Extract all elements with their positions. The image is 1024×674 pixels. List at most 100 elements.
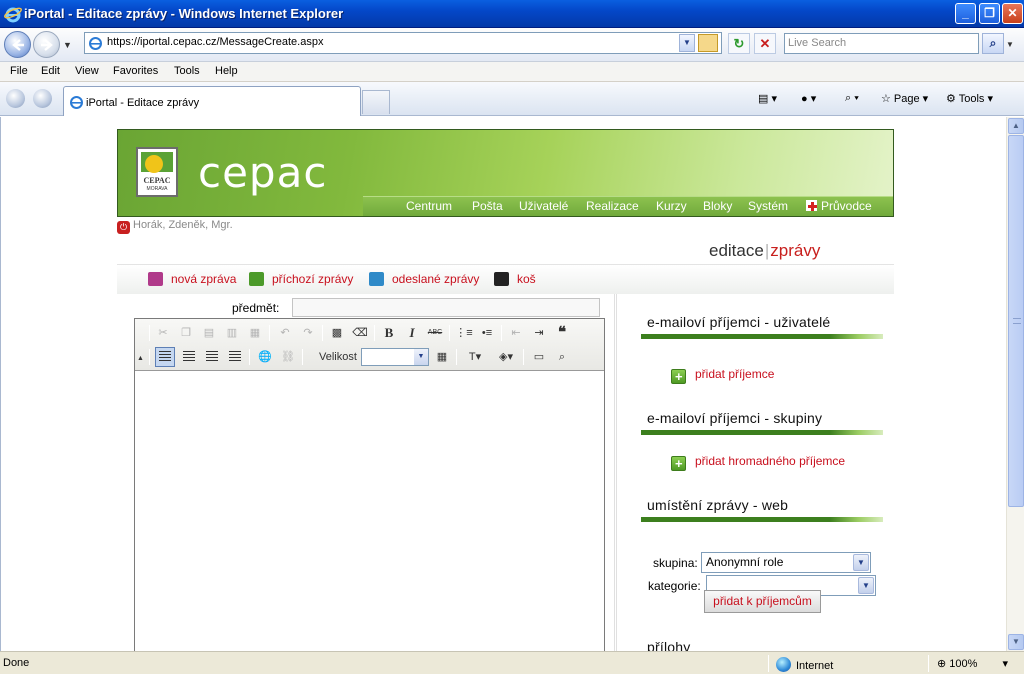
close-button[interactable]: ✕: [1002, 3, 1023, 24]
favorites-center-icon[interactable]: [6, 89, 25, 108]
chevron-down-icon: ▼: [853, 554, 869, 571]
nav-kurzy[interactable]: Kurzy: [656, 199, 687, 213]
tools-menu-button[interactable]: ⚙ Tools ▾: [946, 92, 993, 105]
vertical-scrollbar[interactable]: ▲ ▼: [1006, 117, 1024, 651]
tab-iportal[interactable]: iPortal - Editace zprávy: [63, 86, 361, 116]
outdent-icon[interactable]: ⇤: [506, 323, 526, 343]
text-color-icon[interactable]: T▾: [461, 347, 489, 367]
paste-word-icon[interactable]: ▦: [245, 323, 265, 343]
search-button[interactable]: ⌕: [982, 33, 1004, 54]
back-button[interactable]: [4, 31, 31, 58]
copy-icon[interactable]: ❐: [176, 323, 196, 343]
preview-icon[interactable]: ⌕: [552, 347, 572, 367]
insert-table-icon[interactable]: ▦: [432, 347, 452, 367]
address-dropdown-icon[interactable]: ▼: [679, 34, 695, 52]
toolbar-collapse-icon[interactable]: ▲: [137, 355, 144, 362]
cepac-logo[interactable]: CEPAC MORAVA: [136, 147, 178, 197]
menu-help[interactable]: Help: [215, 65, 238, 77]
redo-icon[interactable]: ↷: [298, 323, 318, 343]
group-select[interactable]: Anonymní role ▼: [701, 552, 871, 573]
action-sent[interactable]: odeslané zprávy: [369, 272, 479, 286]
nav-posta[interactable]: Pošta: [472, 199, 503, 213]
undo-icon[interactable]: ↶: [275, 323, 295, 343]
address-field[interactable]: https://iportal.cepac.cz/MessageCreate.a…: [84, 32, 722, 54]
security-zone[interactable]: Internet: [776, 657, 833, 672]
add-bulk-recipient-label: přidat hromadného příjemce: [695, 454, 846, 468]
paste-text-icon[interactable]: ▥: [222, 323, 242, 343]
nav-centrum[interactable]: Centrum: [406, 199, 452, 213]
menu-view[interactable]: View: [75, 65, 99, 77]
search-options-dropdown-icon[interactable]: ▼: [1006, 40, 1014, 49]
plus-icon: +: [671, 456, 686, 471]
align-justify-icon[interactable]: [225, 347, 245, 367]
page-menu-button[interactable]: ☆ Page ▾: [881, 92, 928, 105]
italic-icon[interactable]: I: [402, 323, 422, 343]
forward-button[interactable]: [33, 31, 60, 58]
align-center-icon[interactable]: [179, 347, 199, 367]
indent-icon[interactable]: ⇥: [529, 323, 549, 343]
arrow-right-icon: [41, 39, 53, 51]
history-dropdown-icon[interactable]: ▼: [63, 40, 72, 50]
zoom-search-icon[interactable]: ⌕ ▾: [845, 92, 859, 105]
scroll-up-icon[interactable]: ▲: [1008, 118, 1024, 134]
add-bulk-recipient-link[interactable]: + přidat hromadného příjemce: [671, 454, 845, 471]
print-icon[interactable]: ● ▾: [801, 92, 816, 105]
add-recipient-link[interactable]: + přidat příjemce: [671, 367, 774, 384]
insert-link-icon[interactable]: 🌐: [255, 347, 275, 367]
logout-power-icon[interactable]: ⏻: [117, 221, 130, 234]
blockquote-icon[interactable]: ❝: [552, 323, 572, 343]
nav-pruvodce-label: Průvodce: [821, 199, 872, 213]
address-toolbar: ▼ https://iportal.cepac.cz/MessageCreate…: [0, 28, 1024, 62]
align-left-icon[interactable]: [155, 347, 175, 367]
lock-icon[interactable]: [698, 34, 718, 52]
nav-system[interactable]: Systém: [748, 199, 788, 213]
add-to-recipients-button[interactable]: přidat k příjemcům: [704, 590, 821, 613]
unordered-list-icon[interactable]: •≡: [477, 323, 497, 343]
bold-icon[interactable]: B: [379, 323, 399, 343]
refresh-button[interactable]: ↻: [728, 33, 750, 54]
zoom-level[interactable]: ⊕ 100% ▾: [937, 657, 1008, 670]
menu-edit[interactable]: Edit: [41, 65, 60, 77]
menu-favorites[interactable]: Favorites: [113, 65, 158, 77]
cut-icon[interactable]: ✂: [153, 323, 173, 343]
ordered-list-icon[interactable]: ⋮≡: [454, 323, 474, 343]
strikethrough-icon[interactable]: ABC: [425, 323, 445, 343]
page-icon: [89, 37, 102, 50]
nav-realizace[interactable]: Realizace: [586, 199, 639, 213]
action-label: příchozí zprávy: [272, 272, 354, 286]
eraser-icon[interactable]: ⌫: [350, 323, 370, 343]
align-right-icon[interactable]: [202, 347, 222, 367]
search-input[interactable]: Live Search: [784, 33, 979, 54]
action-trash[interactable]: koš: [494, 272, 536, 286]
remove-link-icon[interactable]: ⛓: [278, 347, 298, 367]
font-size-select[interactable]: ▼: [361, 348, 429, 366]
security-zone-label: Internet: [796, 660, 834, 672]
feeds-icon[interactable]: ▤ ▾: [758, 92, 777, 105]
section-title-group-recipients: e-mailoví příjemci - skupiny: [647, 410, 823, 426]
select-all-icon[interactable]: ▩: [327, 323, 347, 343]
minimize-button[interactable]: _: [955, 3, 976, 24]
nav-uzivatele[interactable]: Uživatelé: [519, 199, 568, 213]
editor-content-area[interactable]: [135, 372, 604, 651]
subject-input[interactable]: [292, 298, 600, 317]
scrollbar-thumb[interactable]: [1008, 135, 1024, 507]
restore-button[interactable]: ❐: [979, 3, 1000, 24]
action-new-message[interactable]: nová zpráva: [148, 272, 236, 286]
tab-bar: iPortal - Editace zprávy ▤ ▾ ● ▾ ⌕ ▾ ☆ P…: [0, 82, 1024, 116]
add-favorite-icon[interactable]: [33, 89, 52, 108]
action-inbox[interactable]: příchozí zprávy: [249, 272, 353, 286]
nav-bloky[interactable]: Bloky: [703, 199, 732, 213]
nav-pruvodce[interactable]: Průvodce: [806, 199, 872, 213]
action-label: nová zpráva: [171, 272, 237, 286]
paste-icon[interactable]: ▤: [199, 323, 219, 343]
section-divider: [641, 334, 883, 339]
section-title-attachments: přílohy: [647, 639, 691, 651]
new-tab-button[interactable]: [362, 90, 390, 114]
menu-file[interactable]: File: [10, 65, 28, 77]
background-color-icon[interactable]: ◈▾: [492, 347, 520, 367]
arrow-left-icon: [12, 39, 24, 51]
menu-tools[interactable]: Tools: [174, 65, 200, 77]
scroll-down-icon[interactable]: ▼: [1008, 634, 1024, 650]
source-view-icon[interactable]: ▭: [529, 347, 549, 367]
stop-button[interactable]: ✕: [754, 33, 776, 54]
